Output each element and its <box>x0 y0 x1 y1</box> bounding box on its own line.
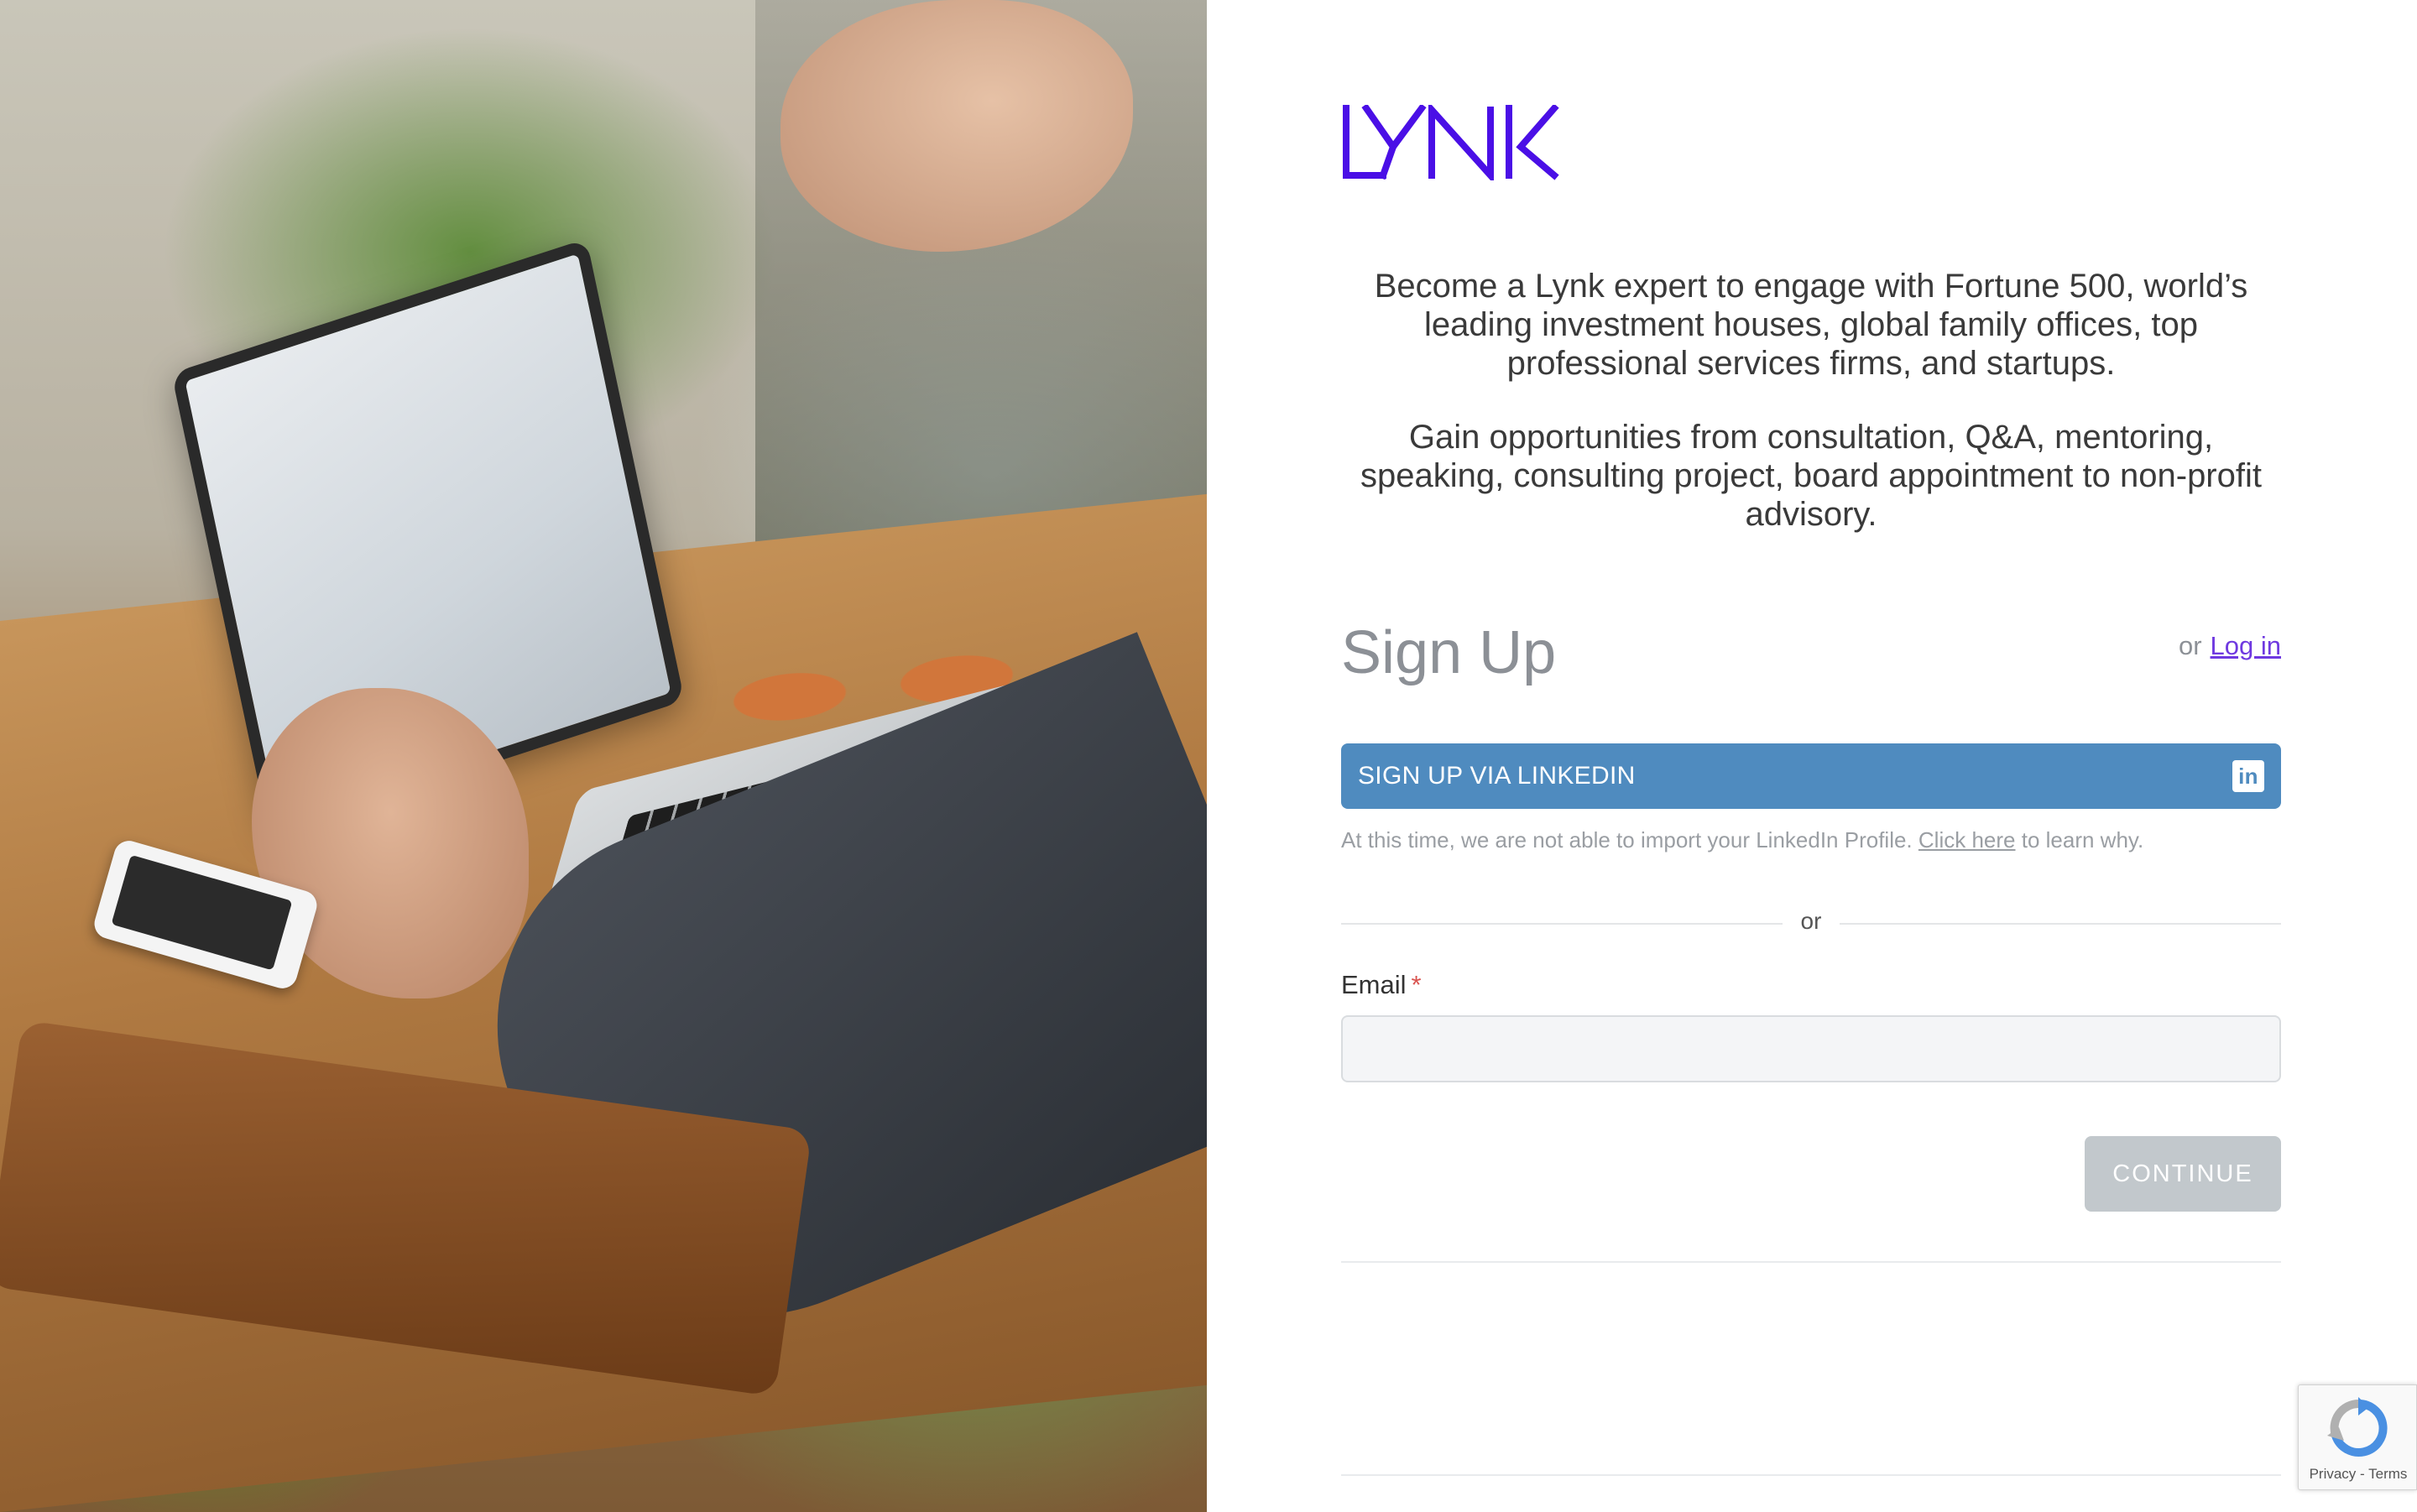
intro-paragraph-2: Gain opportunities from consultation, Q&… <box>1360 419 2262 533</box>
page-title: Sign Up <box>1341 619 1557 686</box>
hero-photo <box>0 0 1207 1512</box>
recaptcha-links: Privacy - Terms <box>2299 1466 2417 1483</box>
note-suffix: to learn why. <box>2021 827 2144 852</box>
learn-why-link[interactable]: Click here <box>1918 827 2016 852</box>
email-label: Email * <box>1341 970 1422 1000</box>
linkedin-icon: in <box>2232 760 2264 792</box>
linkedin-button-label: SIGN UP VIA LINKEDIN <box>1358 762 1636 790</box>
linkedin-import-note: At this time, we are not able to import … <box>1341 827 2143 853</box>
separator-line <box>1341 1261 2281 1263</box>
links-separator: - <box>2360 1466 2365 1482</box>
intro-text: Become a Lynk expert to engage with Fort… <box>1341 267 2281 534</box>
signup-panel: Become a Lynk expert to engage with Fort… <box>1207 0 2417 1512</box>
or-divider: or <box>1341 908 2281 938</box>
login-prefix: or <box>2178 631 2202 660</box>
email-label-text: Email <box>1341 970 1407 999</box>
recaptcha-icon <box>2327 1397 2388 1457</box>
continue-button[interactable]: CONTINUE <box>2085 1136 2281 1212</box>
linkedin-signup-button[interactable]: SIGN UP VIA LINKEDIN in <box>1341 743 2281 809</box>
lynk-logo-icon <box>1343 101 1559 185</box>
note-prefix: At this time, we are not able to import … <box>1341 827 1913 852</box>
login-link[interactable]: Log in <box>2211 631 2281 660</box>
separator-line <box>1341 1474 2281 1476</box>
divider-line-right <box>1840 923 2281 925</box>
intro-paragraph-1: Become a Lynk expert to engage with Fort… <box>1374 268 2248 382</box>
lynk-logo <box>1341 101 1559 185</box>
privacy-link[interactable]: Privacy <box>2310 1466 2357 1482</box>
recaptcha-badge[interactable]: Privacy - Terms <box>2298 1384 2417 1490</box>
login-prompt: or Log in <box>2179 631 2281 661</box>
divider-text: or <box>1800 908 1822 934</box>
required-marker: * <box>1411 970 1422 999</box>
email-field[interactable] <box>1341 1015 2281 1082</box>
terms-link[interactable]: Terms <box>2368 1466 2407 1482</box>
